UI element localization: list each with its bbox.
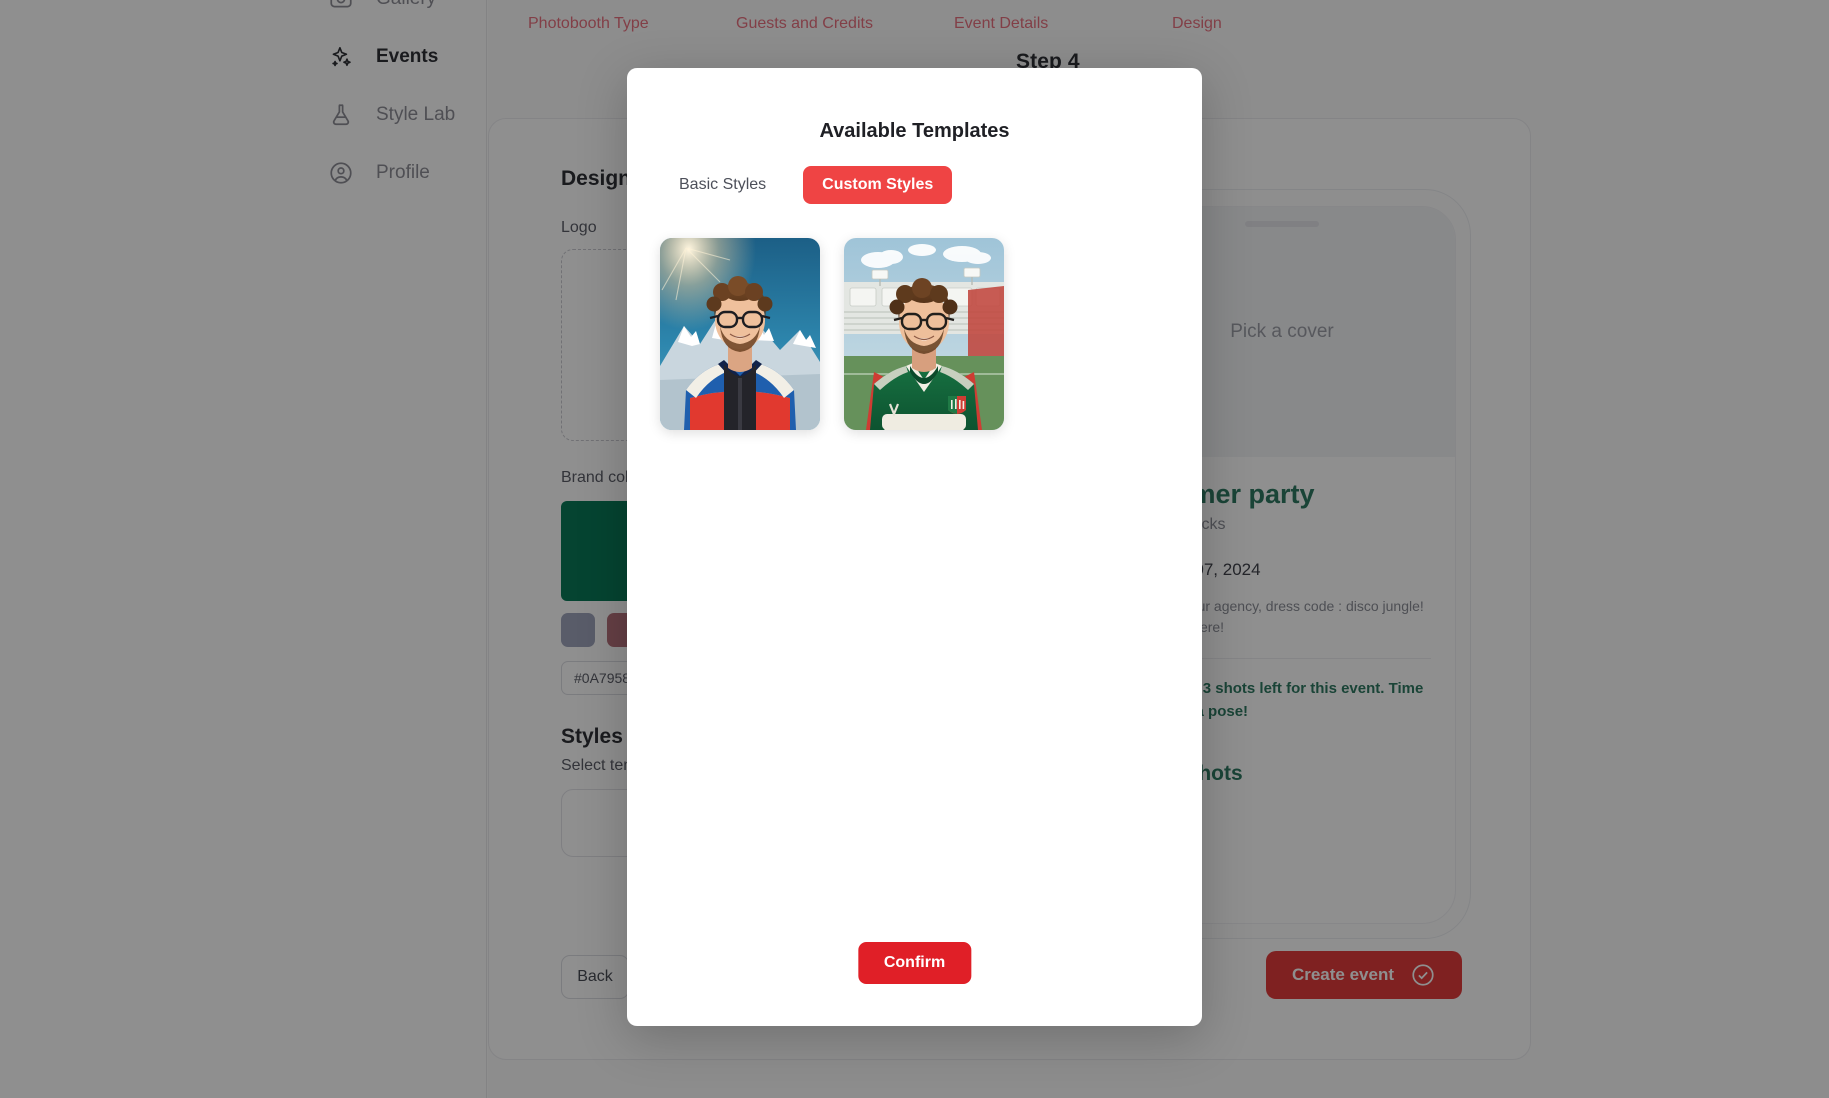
ski-mountain-portrait-image xyxy=(660,238,820,430)
soccer-stadium-portrait-image xyxy=(844,238,1004,430)
template-grid xyxy=(627,238,1202,430)
confirm-button[interactable]: Confirm xyxy=(857,942,972,984)
tab-custom-styles[interactable]: Custom Styles xyxy=(803,166,953,204)
tab-basic-styles[interactable]: Basic Styles xyxy=(660,166,785,204)
available-templates-modal: Available Templates Basic Styles Custom … xyxy=(627,68,1202,1026)
modal-title: Available Templates xyxy=(819,120,1010,142)
template-style-tabs: Basic Styles Custom Styles xyxy=(627,166,1202,204)
template-card-soccer-stadium-portrait[interactable] xyxy=(844,238,1004,430)
template-card-ski-mountain-portrait[interactable] xyxy=(660,238,820,430)
